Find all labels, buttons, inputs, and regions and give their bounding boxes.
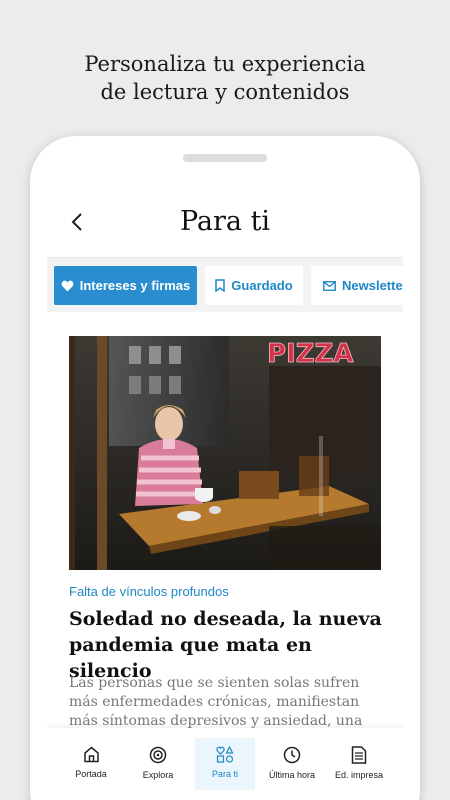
nav-ultima-hora[interactable]: Última hora (262, 738, 322, 790)
para-ti-icon (216, 746, 234, 763)
promo-line-2: de lectura y contenidos (100, 80, 350, 104)
nav-explora-label: Explora (142, 770, 174, 780)
phone-speaker (183, 154, 267, 162)
mail-icon (323, 280, 336, 291)
pizza-sign: PIZZA (267, 339, 354, 369)
tab-guardado-label: Guardado (231, 278, 293, 293)
tab-newsletters-label: Newsletters (342, 278, 403, 293)
article-title[interactable]: Soledad no deseada, la nueva pandemia qu… (69, 606, 389, 684)
explore-icon (149, 746, 167, 764)
nav-para-ti-label: Para ti (211, 769, 238, 779)
app-screen: Para ti Intereses y firmas Guardado News… (47, 186, 403, 800)
article-photo: PIZZA (69, 336, 381, 570)
nav-para-ti[interactable]: Para ti (195, 738, 255, 790)
newspaper-icon (351, 746, 367, 764)
nav-portada-label: Portada (75, 769, 107, 779)
nav-ultima-hora-label: Última hora (268, 770, 315, 780)
article-kicker[interactable]: Falta de vínculos profundos (69, 584, 229, 599)
promo-line-1: Personaliza tu experiencia (84, 52, 366, 76)
promo-headline: Personaliza tu experiencia de lectura y … (0, 50, 450, 106)
tab-newsletters[interactable]: Newsletters (311, 266, 403, 305)
nav-ed-impresa[interactable]: Ed. impresa (329, 738, 389, 790)
clock-icon (283, 746, 301, 764)
article-image[interactable]: PIZZA (69, 336, 381, 570)
bottom-navigation: Portada Explora Para ti Última hora Ed. … (47, 728, 403, 800)
nav-ed-impresa-label: Ed. impresa (334, 770, 384, 780)
heart-icon (61, 280, 74, 291)
nav-portada[interactable]: Portada (61, 738, 121, 790)
nav-explora[interactable]: Explora (128, 738, 188, 790)
page-title: Para ti (179, 206, 271, 237)
tab-intereses[interactable]: Intereses y firmas (54, 266, 197, 305)
app-header: Para ti (47, 186, 403, 258)
tab-guardado[interactable]: Guardado (205, 266, 303, 305)
section-tabs: Intereses y firmas Guardado Newsletters (47, 258, 403, 312)
home-icon (83, 746, 99, 763)
bookmark-icon (215, 279, 226, 292)
tab-intereses-label: Intereses y firmas (79, 278, 191, 293)
